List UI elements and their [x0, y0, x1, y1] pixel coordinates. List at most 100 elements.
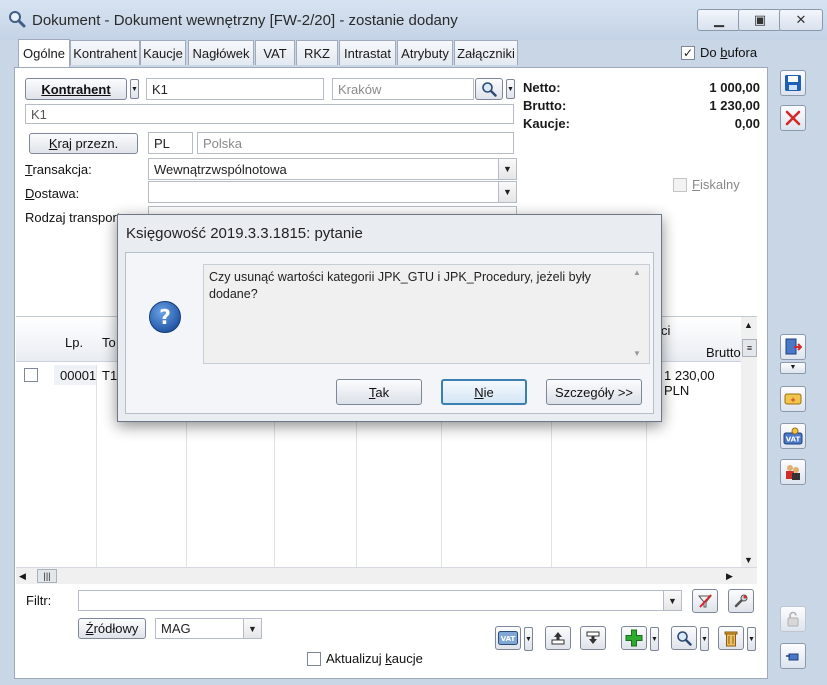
chevron-down-icon: ▼ — [748, 635, 755, 643]
tab-rkz[interactable]: RKZ — [296, 40, 338, 65]
kontrahent-name-value: K1 — [31, 106, 47, 122]
tab-label: Intrastat — [344, 45, 391, 61]
col-lp-header[interactable]: Lp. — [65, 335, 83, 350]
import-button[interactable] — [580, 626, 606, 650]
users-button[interactable] — [780, 459, 806, 485]
search-kontrahent-button[interactable] — [475, 78, 503, 100]
vat-button[interactable]: VAT — [495, 626, 521, 650]
preview-button[interactable] — [671, 626, 697, 650]
chevron-down-icon[interactable]: ▼ — [498, 159, 516, 179]
chevron-down-icon[interactable]: ▼ — [663, 591, 681, 610]
hscroll-thumb[interactable]: ||| — [37, 569, 57, 583]
filter-input[interactable]: ▼ — [78, 590, 682, 611]
no-button[interactable]: Nie — [441, 379, 527, 405]
transakcja-value: Wewnątrzwspólnotowa — [154, 161, 287, 177]
row-lp: 00001 — [60, 368, 97, 383]
tabs-bar: Ogólne Kontrahent Kaucje Nagłówek VAT RK… — [14, 39, 768, 68]
vat-dropdown[interactable]: ▼ — [524, 627, 533, 651]
delete-dropdown[interactable]: ▼ — [747, 627, 756, 651]
tab-ogolne[interactable]: Ogólne — [18, 39, 70, 67]
fiskalny-checkbox[interactable]: Fiskalny — [673, 177, 740, 192]
maximize-button[interactable]: ▣ — [738, 9, 782, 31]
chevron-down-icon[interactable]: ▼ — [243, 619, 261, 638]
scroll-left-icon[interactable]: ◀ — [19, 571, 26, 582]
country-code-value: PL — [154, 135, 170, 151]
tab-intrastat[interactable]: Intrastat — [339, 40, 396, 65]
tab-vat[interactable]: VAT — [255, 40, 295, 65]
kontrahent-code-field[interactable]: K1 — [146, 78, 324, 100]
details-button[interactable]: Szczegóły >> — [546, 379, 642, 405]
add-dropdown[interactable]: ▼ — [650, 627, 659, 651]
tab-label: Ogólne — [23, 46, 65, 61]
scroll-thumb[interactable]: ≡ — [742, 339, 757, 357]
col-ci-header[interactable]: ci — [661, 323, 670, 338]
link-button[interactable]: + — [780, 386, 806, 412]
lock-button[interactable] — [780, 606, 806, 632]
kontrahent-code-value: K1 — [152, 81, 168, 97]
question-dialog: Księgowość 2019.3.3.1815: pytanie ? Czy … — [117, 214, 662, 422]
tab-naglowek[interactable]: Nagłówek — [188, 40, 254, 65]
pin-button[interactable] — [780, 643, 806, 669]
zrodlowy-button[interactable]: Źródłowy — [78, 618, 146, 639]
no-label-rest: ie — [483, 384, 494, 400]
bufor-check[interactable]: ✓ — [681, 45, 695, 60]
delete-button[interactable] — [718, 626, 744, 650]
filter-settings-button[interactable] — [728, 589, 754, 613]
vat-calc-button[interactable]: VAT — [780, 423, 806, 449]
kraj-button-label: Kraj przezn. — [49, 136, 118, 151]
bufor-checkbox[interactable]: ✓ Do bufora — [681, 45, 757, 60]
msg-scroll-down-icon[interactable]: ▼ — [633, 349, 641, 358]
kontrahent-name-field[interactable]: K1 — [25, 104, 514, 124]
col-to-header[interactable]: To — [102, 335, 116, 350]
magazyn-select[interactable]: MAG ▼ — [155, 618, 262, 639]
search-icon — [9, 11, 26, 28]
kraj-button[interactable]: Kraj przezn. — [29, 133, 138, 154]
link-icon: + — [784, 393, 802, 405]
close-icon: ✕ — [795, 12, 807, 27]
svg-text:?: ? — [159, 305, 171, 329]
close-button[interactable]: ✕ — [779, 9, 823, 31]
preview-dropdown[interactable]: ▼ — [700, 627, 709, 651]
transakcja-select[interactable]: Wewnątrzwspólnotowa ▼ — [148, 158, 517, 180]
netto-label: Netto: — [523, 80, 561, 95]
wrench-icon — [734, 594, 748, 608]
col-brutto-header[interactable]: Brutto — [706, 345, 741, 360]
tab-atrybuty[interactable]: Atrybuty — [397, 40, 453, 65]
save-button[interactable] — [780, 70, 806, 96]
tab-label: VAT — [263, 45, 287, 61]
horizontal-scrollbar[interactable]: ◀ ||| ▶ — [16, 567, 757, 584]
kontrahent-dropdown-button[interactable]: ▼ — [130, 79, 139, 99]
minimize-button[interactable]: ▁ — [697, 9, 741, 31]
vertical-scrollbar[interactable]: ▲ ≡ ▼ — [741, 317, 757, 567]
tab-zalaczniki[interactable]: Załączniki — [454, 40, 518, 65]
tab-label: Atrybuty — [401, 45, 449, 61]
save-icon — [785, 75, 801, 91]
aktualizuj-kaucje-checkbox[interactable]: Aktualizuj kaucje — [307, 651, 423, 666]
export-button[interactable] — [545, 626, 571, 650]
fiskalny-label-ul: F — [692, 177, 700, 192]
dostawa-select[interactable]: ▼ — [148, 181, 517, 203]
generate-document-button[interactable] — [780, 334, 806, 360]
generate-dropdown[interactable]: ▼ — [780, 362, 806, 374]
clear-filter-button[interactable] — [692, 589, 718, 613]
add-button[interactable] — [621, 626, 647, 650]
row-checkbox[interactable] — [24, 368, 38, 382]
scroll-up-icon[interactable]: ▲ — [744, 320, 753, 330]
fiskalny-check[interactable] — [673, 177, 687, 192]
chevron-down-icon[interactable]: ▼ — [498, 182, 516, 202]
cancel-button[interactable] — [780, 105, 806, 131]
kontrahent-button[interactable]: Kontrahent — [25, 78, 127, 100]
search-dropdown-button[interactable]: ▼ — [506, 79, 515, 99]
scroll-right-icon[interactable]: ▶ — [726, 571, 733, 582]
row-to: T1 — [102, 368, 118, 383]
tab-kontrahent[interactable]: Kontrahent — [70, 40, 140, 65]
msg-scroll-up-icon[interactable]: ▲ — [633, 268, 641, 277]
city-field[interactable]: Kraków — [332, 78, 474, 100]
scroll-down-icon[interactable]: ▼ — [744, 555, 753, 565]
country-code-field[interactable]: PL — [148, 132, 193, 154]
tab-kaucje[interactable]: Kaucje — [140, 40, 186, 65]
brutto-label: Brutto: — [523, 98, 567, 113]
aktualizuj-check[interactable] — [307, 651, 321, 666]
country-name-field[interactable]: Polska — [197, 132, 514, 154]
yes-button[interactable]: Tak — [336, 379, 422, 405]
